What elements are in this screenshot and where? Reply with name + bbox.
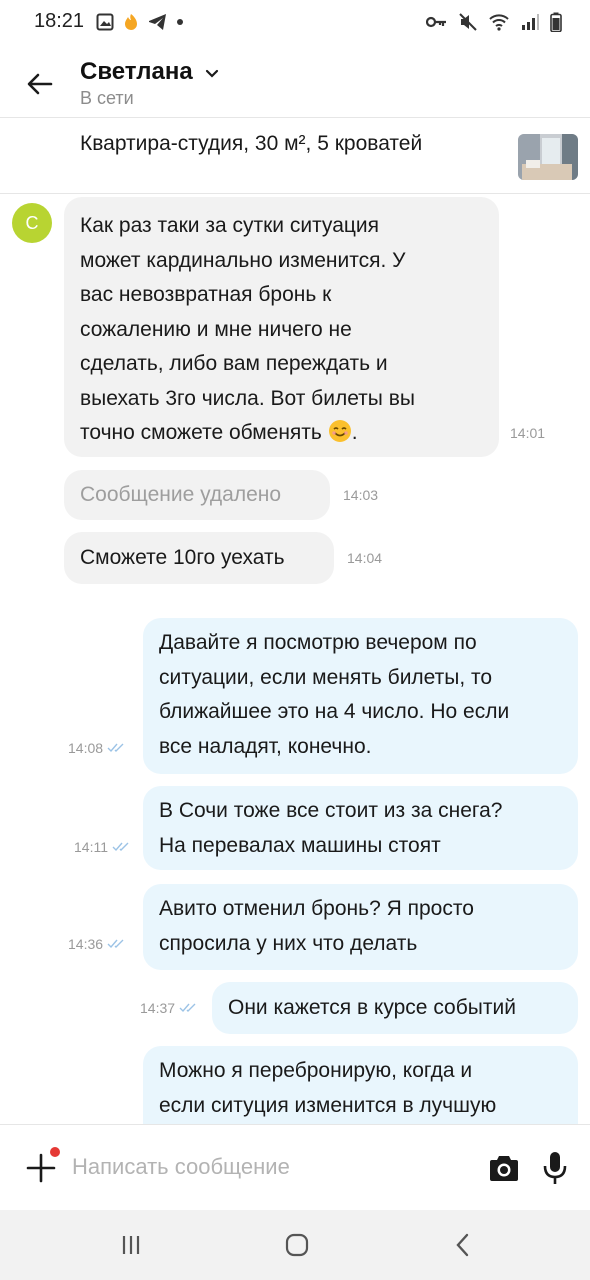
- camera-button[interactable]: [488, 1153, 520, 1183]
- message-time: 14:08: [68, 740, 104, 756]
- listing-thumbnail: [518, 134, 578, 180]
- deleted-message-text: Сообщение удалено: [80, 483, 282, 506]
- mute-icon: [458, 12, 478, 32]
- read-checks-icon: [107, 741, 127, 757]
- chevron-left-icon: [456, 1233, 469, 1257]
- arrow-left-icon: [27, 73, 53, 95]
- camera-icon: [490, 1156, 518, 1181]
- status-time: 18:21: [34, 10, 85, 32]
- battery-icon: [550, 12, 562, 32]
- message-bubble-outgoing[interactable]: Давайте я посмотрю вечером по ситуации, …: [143, 618, 578, 774]
- message-input[interactable]: [72, 1149, 472, 1185]
- message-line: ближайшее это на 4 число. Но если: [159, 700, 510, 723]
- message-line: вас невозвратная бронь к: [80, 283, 332, 306]
- gallery-icon: [96, 13, 114, 31]
- notification-dot: [50, 1147, 60, 1157]
- message-text: Они кажется в курсе событий: [228, 996, 516, 1019]
- contact-status: В сети: [80, 88, 134, 108]
- chevron-down-icon[interactable]: [204, 66, 220, 82]
- microphone-icon: [543, 1152, 567, 1184]
- deleted-message-bubble[interactable]: Сообщение удалено: [64, 470, 330, 520]
- contact-name[interactable]: Светлана: [80, 58, 193, 86]
- message-bubble-incoming[interactable]: Как раз таки за сутки ситуация может кар…: [64, 197, 499, 457]
- wifi-icon: [488, 13, 510, 31]
- message-text: Сможете 10го уехать: [80, 546, 285, 569]
- key-icon: [426, 15, 448, 29]
- message-line: если ситуция изменится в лучшую: [159, 1093, 497, 1117]
- message-bubble-outgoing[interactable]: В Сочи тоже все стоит из за снега? На пе…: [143, 786, 578, 870]
- message-line: сожалению и мне ничего не: [80, 317, 352, 341]
- recent-apps-icon: [122, 1236, 140, 1254]
- system-navigation-bar: [0, 1210, 590, 1280]
- read-checks-icon: [112, 840, 132, 856]
- message-time-group: 14:08: [68, 740, 127, 757]
- message-line: В Сочи тоже все стоит из за снега?: [159, 799, 503, 822]
- back-button[interactable]: [24, 68, 56, 100]
- message-bubble-outgoing[interactable]: Авито отменил бронь? Я просто спросила у…: [143, 884, 578, 970]
- message-line: Авито отменил бронь? Я просто: [159, 897, 474, 920]
- message-line: может кардинально изменится. У: [80, 248, 406, 272]
- contact-avatar[interactable]: С: [12, 203, 52, 243]
- read-checks-icon: [179, 1001, 199, 1017]
- message-line: Как раз таки за сутки ситуация: [80, 214, 380, 237]
- message-time: 14:03: [343, 487, 379, 503]
- message-time-group: 14:11: [74, 839, 132, 856]
- message-composer: [0, 1124, 590, 1210]
- back-nav-button[interactable]: [446, 1230, 480, 1260]
- message-line: Давайте я посмотрю вечером по: [159, 631, 477, 654]
- home-button[interactable]: [280, 1230, 314, 1260]
- message-bubble-incoming[interactable]: Сможете 10го уехать: [64, 532, 334, 584]
- home-icon: [285, 1233, 309, 1257]
- status-bar: 18:21: [0, 0, 590, 46]
- recent-apps-button[interactable]: [114, 1230, 148, 1260]
- message-period: .: [351, 421, 358, 444]
- read-checks-icon: [107, 937, 127, 953]
- message-time: 14:37: [140, 1000, 176, 1016]
- message-line: На перевалах машины стоят: [159, 833, 441, 857]
- message-time-group: 14:36: [68, 936, 127, 953]
- message-line: спросила у них что делать: [159, 931, 418, 955]
- message-line: выехать 3го числа. Вот билеты вы: [80, 386, 415, 410]
- message-time: 14:01: [510, 425, 546, 441]
- dot-icon: [176, 18, 184, 26]
- listing-card[interactable]: Квартира-студия, 30 м², 5 кроватей: [0, 118, 590, 194]
- message-line-last: точно сможете обменять .: [80, 416, 483, 451]
- message-time: 14:11: [74, 839, 108, 855]
- message-line: Можно я перебронирую, когда и: [159, 1059, 473, 1082]
- listing-title: Квартира-студия, 30 м², 5 кроватей: [80, 132, 423, 155]
- chat-header: Светлана В сети: [0, 46, 590, 118]
- telegram-icon: [148, 13, 168, 31]
- message-bubble-outgoing[interactable]: Они кажется в курсе событий: [212, 982, 578, 1034]
- signal-icon: [520, 13, 540, 31]
- message-line: сделать, либо вам переждать и: [80, 352, 388, 375]
- message-line: точно сможете обменять: [80, 421, 322, 444]
- chat-screen: 18:21 Светлана В сети Квартира-студия, 3…: [0, 0, 590, 1280]
- message-line: ситуации, если менять билеты, то: [159, 665, 493, 689]
- message-time: 14:04: [347, 550, 383, 566]
- microphone-button[interactable]: [542, 1151, 568, 1185]
- message-time: 14:36: [68, 936, 104, 952]
- tinder-icon: [122, 12, 140, 32]
- smiling-face-emoji-icon: [328, 419, 352, 443]
- message-line: все наладят, конечно.: [159, 734, 372, 758]
- message-time-group: 14:37: [140, 1000, 199, 1017]
